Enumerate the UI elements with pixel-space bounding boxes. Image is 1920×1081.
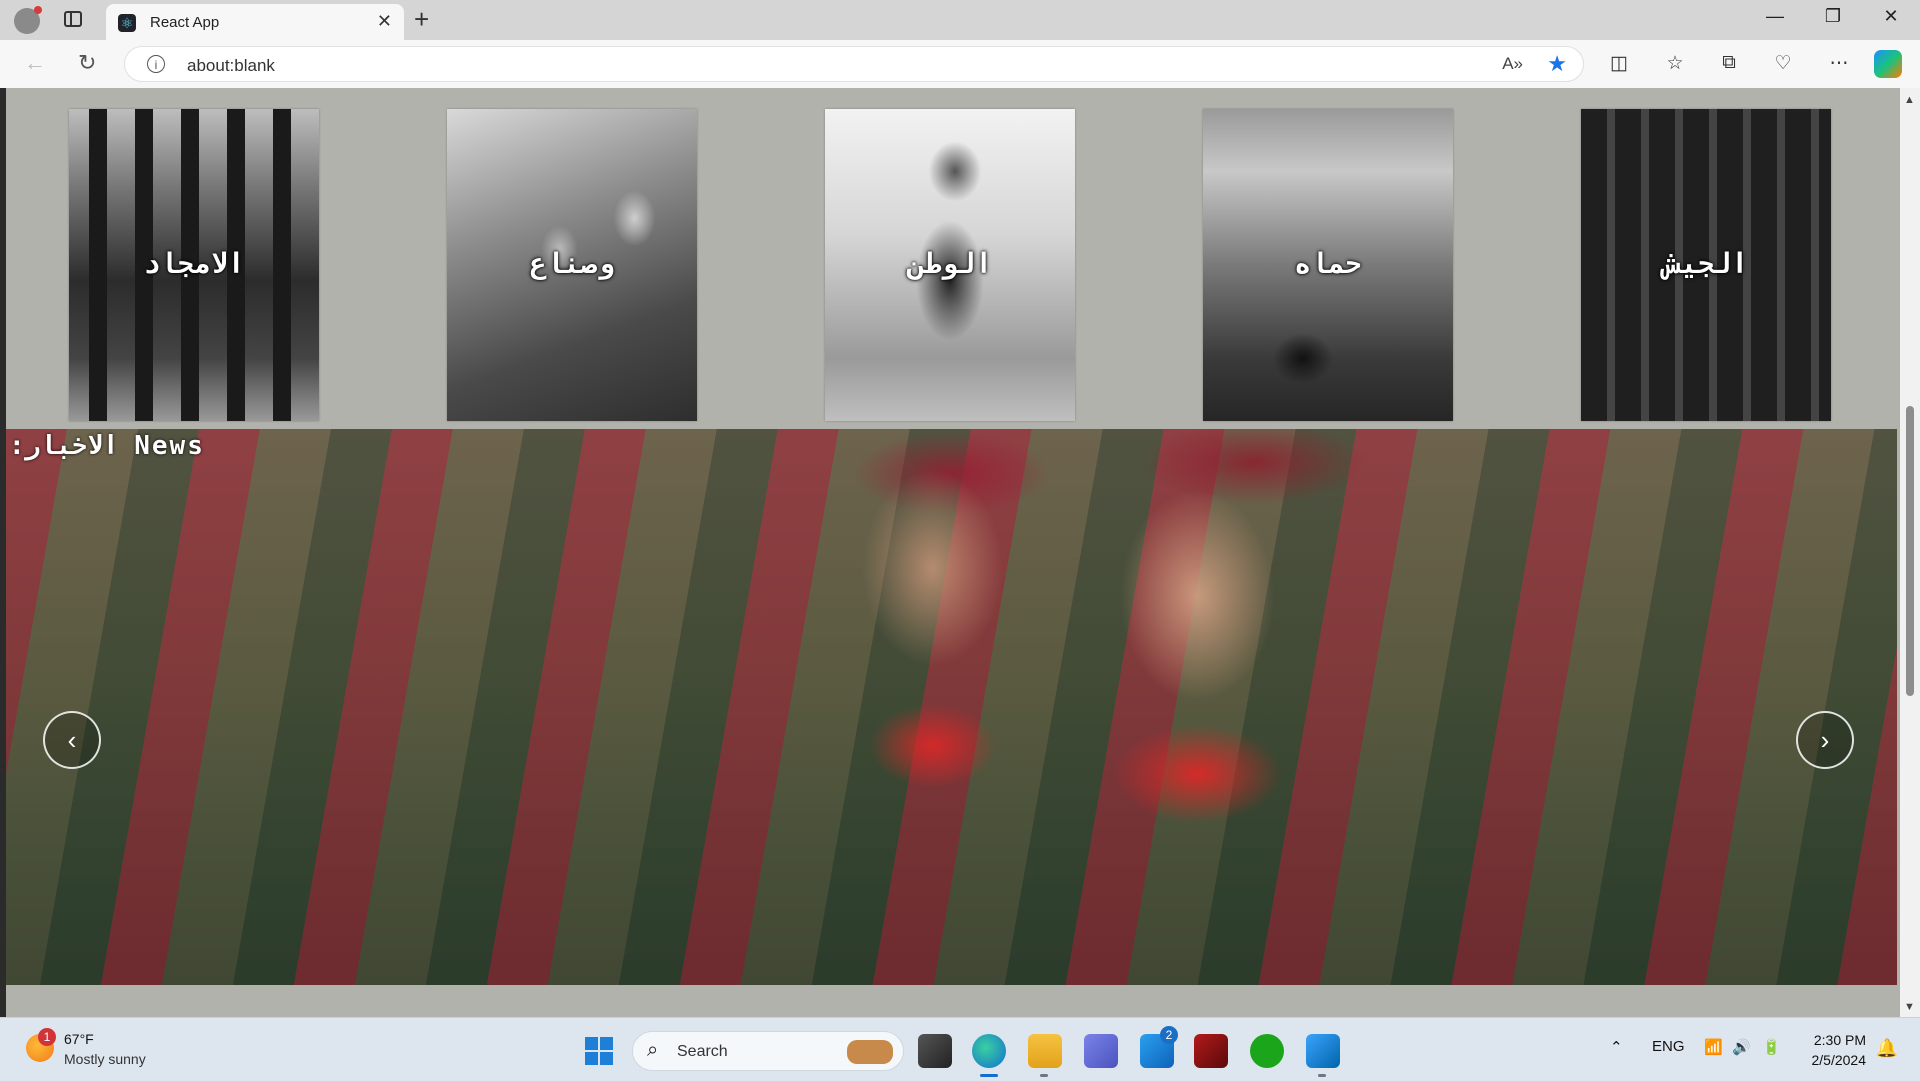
system-clock[interactable]: 2:30 PM 2/5/2024	[1812, 1030, 1867, 1070]
vertical-scrollbar[interactable]: ▲ ▼	[1900, 88, 1920, 1017]
teams-icon[interactable]	[1084, 1034, 1118, 1068]
wifi-icon[interactable]: 📶	[1704, 1038, 1723, 1056]
weather-temp[interactable]: 67°F	[64, 1031, 94, 1047]
edge-active-indicator	[980, 1074, 998, 1077]
xbox-icon[interactable]	[1250, 1034, 1284, 1068]
restore-button[interactable]: ❐	[1818, 6, 1848, 27]
page-bottom-area	[6, 988, 1900, 1017]
more-icon[interactable]: ⋯	[1826, 52, 1852, 75]
edge-icon[interactable]	[972, 1034, 1006, 1068]
show-hidden-icons-chevron-icon[interactable]: ⌃	[1610, 1038, 1623, 1056]
browser-essentials-icon[interactable]: ♡	[1770, 52, 1796, 75]
tab-actions-icon[interactable]	[64, 11, 82, 27]
favorite-star-icon[interactable]: ★	[1547, 51, 1567, 77]
app-icon[interactable]	[1194, 1034, 1228, 1068]
news-label: :الاخبار News	[9, 431, 205, 461]
file-explorer-icon[interactable]	[1028, 1034, 1062, 1068]
mail-badge: 2	[1160, 1026, 1178, 1044]
collections-icon[interactable]: ⧉	[1716, 52, 1742, 74]
search-icon: ⌕	[647, 1039, 659, 1061]
minimize-button[interactable]: —	[1760, 6, 1790, 27]
clock-time: 2:30 PM	[1813, 1032, 1866, 1048]
explorer-indicator	[1040, 1074, 1048, 1077]
windows-taskbar: 1 67°F Mostly sunny ⌕ Search 2 ⌃ ENG 📶 🔊…	[0, 1017, 1920, 1081]
card-caption: الامجاد	[143, 247, 245, 280]
card-caption: الوطن	[907, 247, 993, 280]
address-bar[interactable]: i about:blank A» ★	[124, 46, 1584, 82]
search-placeholder: Search	[677, 1043, 728, 1060]
page-viewport: الامجاد وصناع الوطن حماه الجيش :الاخبار …	[0, 88, 1920, 1017]
weather-condition[interactable]: Mostly sunny	[64, 1051, 146, 1067]
news-slide-image	[6, 429, 1897, 985]
category-cards: الامجاد وصناع الوطن حماه الجيش	[6, 88, 1900, 428]
vscode-icon[interactable]	[1306, 1034, 1340, 1068]
browser-tab[interactable]: ⚛ React App ✕	[106, 4, 404, 40]
news-carousel: :الاخبار News ‹ ›	[6, 429, 1897, 985]
copilot-icon[interactable]	[1874, 50, 1902, 78]
read-aloud-icon[interactable]: A»	[1502, 54, 1523, 74]
refresh-button[interactable]: ↻	[78, 50, 96, 76]
scrollbar-thumb[interactable]	[1906, 406, 1914, 696]
task-view-icon[interactable]	[918, 1034, 952, 1068]
profile-avatar-icon[interactable]	[14, 6, 42, 34]
taskbar-search[interactable]: ⌕ Search	[632, 1031, 904, 1071]
address-url[interactable]: about:blank	[187, 56, 275, 76]
carousel-next-button[interactable]: ›	[1796, 711, 1854, 769]
language-indicator[interactable]: ENG	[1652, 1038, 1685, 1055]
card-glory[interactable]: الامجاد	[69, 109, 319, 421]
favorites-icon[interactable]: ☆	[1662, 52, 1688, 75]
card-protectors[interactable]: حماه	[1203, 109, 1453, 421]
card-army[interactable]: الجيش	[1581, 109, 1831, 421]
carousel-prev-button[interactable]: ‹	[43, 711, 101, 769]
react-favicon-icon: ⚛	[118, 14, 136, 32]
scroll-down-arrow-icon[interactable]: ▼	[1904, 1001, 1915, 1013]
clock-date: 2/5/2024	[1811, 1052, 1867, 1068]
browser-titlebar: ⚛ React App ✕ + — ❐ ✕	[0, 0, 1920, 40]
card-caption: الجيش	[1663, 247, 1749, 280]
browser-toolbar: ← ↻ i about:blank A» ★ ◫ ☆ ⧉ ♡ ⋯	[0, 40, 1920, 89]
new-tab-button[interactable]: +	[414, 4, 429, 35]
tab-close-button[interactable]: ✕	[377, 11, 392, 32]
back-button[interactable]: ←	[24, 50, 46, 76]
volume-icon[interactable]: 🔊	[1732, 1038, 1751, 1056]
tab-title: React App	[150, 14, 220, 31]
card-homeland[interactable]: الوطن	[825, 109, 1075, 421]
search-highlight-icon	[847, 1040, 893, 1064]
card-caption: حماه	[1294, 247, 1362, 280]
split-screen-icon[interactable]: ◫	[1606, 52, 1632, 75]
vscode-indicator	[1318, 1074, 1326, 1077]
battery-icon[interactable]: 🔋	[1762, 1038, 1781, 1056]
close-window-button[interactable]: ✕	[1876, 6, 1906, 27]
start-icon[interactable]	[585, 1037, 613, 1065]
card-makers[interactable]: وصناع	[447, 109, 697, 421]
card-caption: وصناع	[529, 247, 615, 280]
weather-badge: 1	[38, 1028, 56, 1046]
notification-bell-icon[interactable]: 🔔	[1876, 1038, 1898, 1059]
site-info-icon[interactable]: i	[147, 55, 165, 73]
scroll-up-arrow-icon[interactable]: ▲	[1904, 94, 1915, 106]
